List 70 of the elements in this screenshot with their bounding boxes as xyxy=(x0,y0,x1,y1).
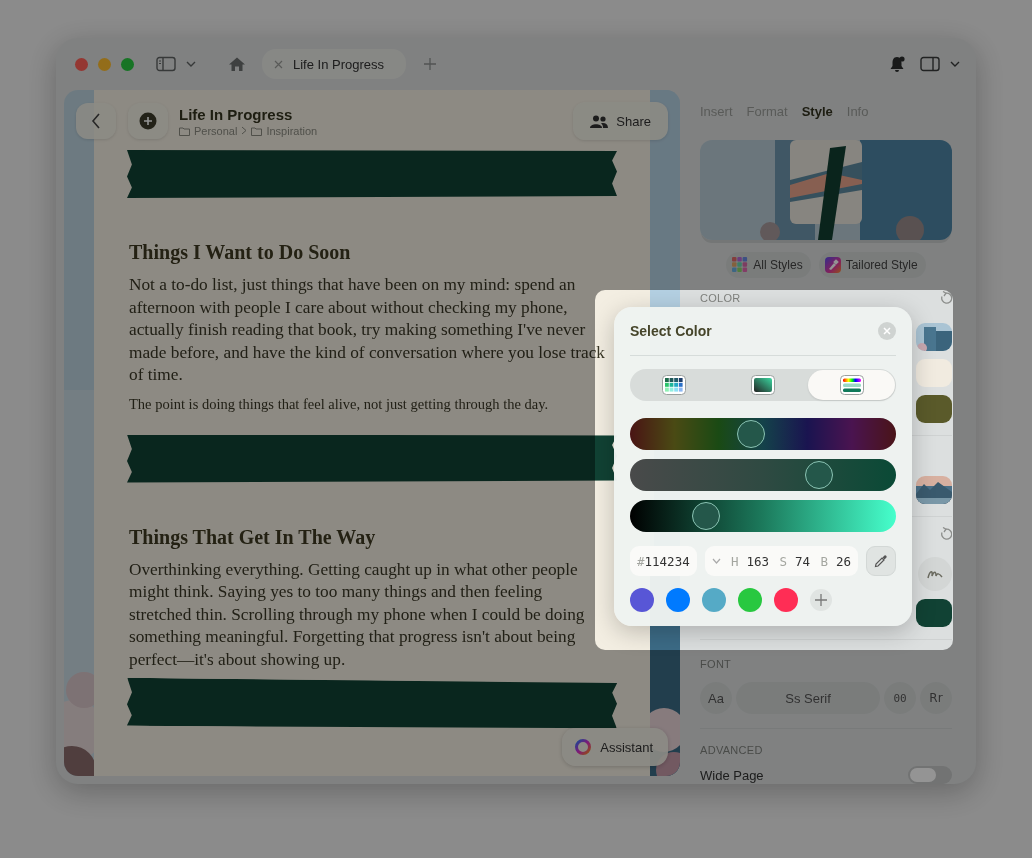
font-option[interactable]: Ss Serif xyxy=(736,682,880,714)
document-tab[interactable]: Life In Progress xyxy=(262,49,407,79)
section-label: COLOR xyxy=(700,292,741,304)
home-icon[interactable] xyxy=(228,56,246,72)
assistant-button[interactable]: Assistant xyxy=(562,728,668,766)
font-option[interactable]: 00 xyxy=(884,682,916,714)
font-option[interactable]: Aa xyxy=(700,682,732,714)
grid-icon xyxy=(732,257,749,273)
hex-field[interactable]: #114234 xyxy=(630,546,697,576)
paragraph: Overthinking everything. Getting caught up in what other people might think. Saying yes to too many things and then feeling stretched thin. Scrolling through my phone when I could be doing something meaningful. Forgetting that progress isn't about being perfect—it's about showing up. xyxy=(129,558,586,671)
people-icon xyxy=(590,114,609,128)
ring-icon xyxy=(574,738,593,756)
reset-icon[interactable] xyxy=(939,291,952,305)
inspector-tab[interactable]: Style xyxy=(801,104,833,126)
chevron-right-icon xyxy=(241,126,248,135)
color-sliders-icon xyxy=(839,375,864,395)
color-swatch[interactable] xyxy=(916,395,952,423)
eyedropper-button[interactable] xyxy=(866,546,896,576)
add-button[interactable] xyxy=(128,103,168,139)
share-button[interactable]: Share xyxy=(573,102,668,140)
back-icon xyxy=(91,113,101,129)
font-option[interactable]: Rr xyxy=(920,682,952,714)
setting-label: Wide Page xyxy=(700,767,764,783)
mode-switch[interactable] xyxy=(630,369,896,401)
section-heading: Things That Get In The Way xyxy=(129,525,377,549)
folder-icon xyxy=(179,125,190,136)
slider-thumb[interactable] xyxy=(737,420,766,448)
preset-color[interactable] xyxy=(666,588,690,612)
hue-slider[interactable] xyxy=(630,418,896,450)
gradient-icon xyxy=(751,375,775,395)
paragraph: The point is doing things that feel alive, not just getting through the day. xyxy=(129,395,550,413)
preset-color[interactable] xyxy=(774,588,798,612)
plus-circle-icon xyxy=(139,112,157,130)
close-icon xyxy=(883,327,891,335)
breadcrumb-link[interactable]: Personal xyxy=(194,124,238,137)
popover-title: Select Color xyxy=(630,323,712,339)
document-title: Life In Progress xyxy=(179,105,294,123)
preset-color[interactable] xyxy=(738,588,762,612)
slider-thumb[interactable] xyxy=(804,461,833,489)
folder-icon xyxy=(251,125,263,136)
plus-icon xyxy=(815,594,827,606)
swatch-grid-icon xyxy=(662,375,687,395)
chevron-icon xyxy=(711,558,721,564)
section-label: ADVANCED xyxy=(700,744,764,756)
style-button[interactable]: All Styles xyxy=(726,252,811,278)
brightness-slider[interactable] xyxy=(630,500,896,532)
bell-icon[interactable] xyxy=(888,55,906,73)
panel-icon[interactable] xyxy=(920,56,940,72)
section-label: FONT xyxy=(700,658,733,670)
section-heading: Things I Want to Do Soon xyxy=(129,241,352,264)
chevron-icon[interactable] xyxy=(186,60,196,68)
slider-thumb[interactable] xyxy=(692,502,721,530)
signature-button[interactable] xyxy=(918,557,952,591)
chevron-icon[interactable] xyxy=(950,60,960,68)
breadcrumb-link[interactable]: Inspiration xyxy=(266,124,318,137)
mode-tab[interactable] xyxy=(808,370,895,400)
add-color-button[interactable] xyxy=(810,589,832,611)
color-swatch[interactable] xyxy=(916,359,952,387)
sidebar-icon[interactable] xyxy=(156,56,176,72)
hsb-field[interactable]: H 163 S 74 B 26 xyxy=(704,546,858,576)
saturation-slider[interactable] xyxy=(630,459,896,491)
color-swatch[interactable] xyxy=(916,599,952,627)
squiggle-icon xyxy=(927,568,943,580)
eyedropper-icon xyxy=(874,554,888,568)
style-button[interactable]: Tailored Style xyxy=(818,252,926,278)
preset-color[interactable] xyxy=(702,588,726,612)
wide-page-toggle[interactable] xyxy=(908,766,952,784)
reset-icon[interactable] xyxy=(939,527,952,541)
preset-color[interactable] xyxy=(630,588,654,612)
brush-icon xyxy=(824,257,841,273)
